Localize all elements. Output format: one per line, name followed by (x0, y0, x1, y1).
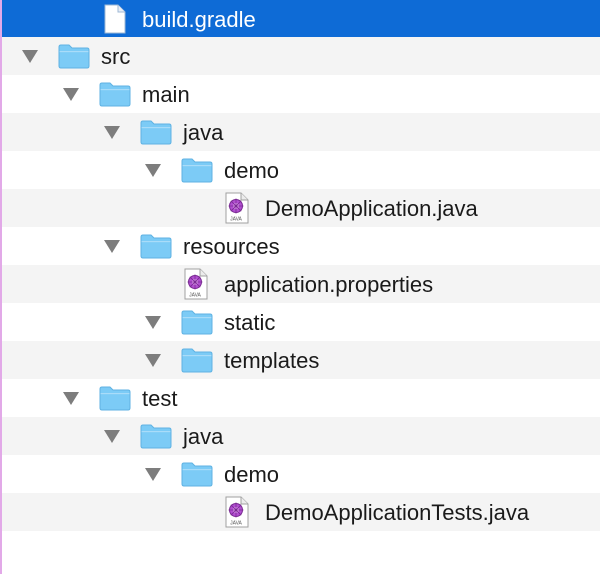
tree-row-main[interactable]: main (2, 75, 600, 113)
disclosure-triangle-icon[interactable] (104, 126, 120, 139)
folder-icon (99, 81, 131, 112)
document-icon (103, 4, 127, 39)
tree-item-label: build.gradle (142, 7, 256, 32)
tree-item-label: main (142, 82, 190, 107)
tree-item-label: DemoApplicationTests.java (265, 500, 530, 525)
tree-row-java[interactable]: java (2, 113, 600, 151)
tree-row-demoapplicationtests-java[interactable]: JAVA DemoApplicationTests.java (2, 493, 600, 531)
tree-row-resources[interactable]: resources (2, 227, 600, 265)
disclosure-triangle-icon[interactable] (145, 316, 161, 329)
folder-icon (181, 347, 213, 378)
tree-item-label: DemoApplication.java (265, 196, 478, 221)
tree-item-label: java (183, 424, 224, 449)
folder-icon (140, 233, 172, 264)
java-file-icon: JAVA (224, 192, 250, 229)
folder-icon (181, 461, 213, 492)
disclosure-triangle-icon[interactable] (63, 392, 79, 405)
tree-row-demo[interactable]: demo (2, 151, 600, 189)
folder-icon (58, 43, 90, 74)
folder-icon (181, 157, 213, 188)
tree-row-demo[interactable]: demo (2, 455, 600, 493)
disclosure-triangle-icon[interactable] (145, 468, 161, 481)
folder-icon (181, 309, 213, 340)
tree-row-static[interactable]: static (2, 303, 600, 341)
tree-item-label: src (101, 44, 131, 69)
disclosure-triangle-icon[interactable] (145, 354, 161, 367)
tree-item-label: resources (183, 234, 280, 259)
folder-icon (140, 119, 172, 150)
tree-row-src[interactable]: src (2, 37, 600, 75)
disclosure-triangle-icon[interactable] (63, 88, 79, 101)
svg-text:JAVA: JAVA (230, 217, 242, 223)
file-tree: build.gradle src main java demo JAVA DemoAppli… (0, 0, 600, 574)
svg-text:JAVA: JAVA (230, 521, 242, 527)
disclosure-triangle-icon[interactable] (145, 164, 161, 177)
tree-row-templates[interactable]: templates (2, 341, 600, 379)
tree-row-java[interactable]: java (2, 417, 600, 455)
folder-icon (99, 385, 131, 416)
disclosure-triangle-icon[interactable] (104, 430, 120, 443)
java-file-icon: JAVA (183, 268, 209, 305)
tree-item-label: demo (224, 158, 280, 183)
disclosure-triangle-icon[interactable] (22, 50, 38, 63)
tree-row-application-properties[interactable]: JAVA application.properties (2, 265, 600, 303)
java-file-icon: JAVA (224, 496, 250, 533)
tree-row-test[interactable]: test (2, 379, 600, 417)
tree-item-label: templates (224, 348, 320, 373)
tree-item-label: test (142, 386, 178, 411)
disclosure-triangle-icon[interactable] (104, 240, 120, 253)
tree-item-label: demo (224, 462, 280, 487)
tree-row-build-gradle[interactable]: build.gradle (2, 0, 600, 40)
tree-item-label: java (183, 120, 224, 145)
folder-icon (140, 423, 172, 454)
tree-item-label: application.properties (224, 272, 434, 297)
tree-item-label: static (224, 310, 276, 335)
tree-row-demoapplication-java[interactable]: JAVA DemoApplication.java (2, 189, 600, 227)
svg-text:JAVA: JAVA (189, 293, 201, 299)
